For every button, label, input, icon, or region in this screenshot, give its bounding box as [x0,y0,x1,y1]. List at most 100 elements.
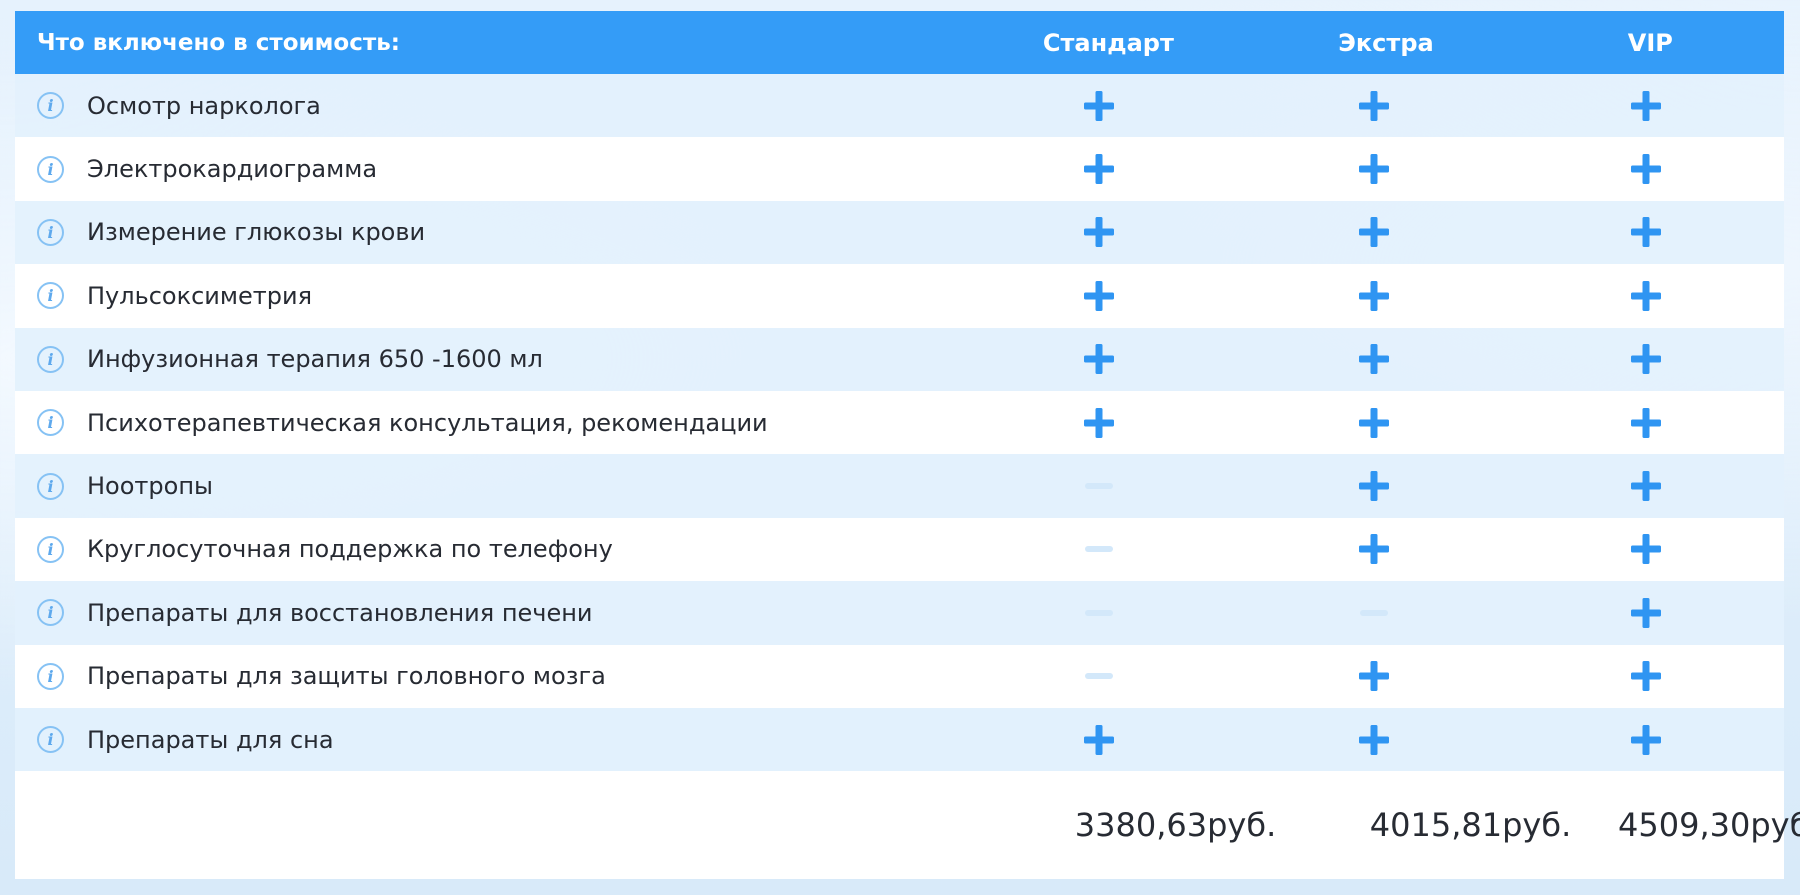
price-extra: 4015,81руб. [1369,806,1572,845]
mark-cell-extra [1236,279,1511,313]
plus-icon [1358,90,1389,121]
mark-cell-extra [1236,406,1511,440]
info-icon[interactable]: i [37,409,64,437]
plus-icon [1631,217,1662,248]
table-row: i Осмотр нарколога [15,74,1784,138]
table-row: i Препараты для восстановления печени [15,581,1784,645]
plus-icon [1631,154,1662,185]
plus-icon [1631,661,1662,692]
feature-cell: i Круглосуточная поддержка по телефону [15,535,961,563]
table-row: i Препараты для сна [15,707,1784,772]
info-icon[interactable]: i [37,345,64,373]
plus-icon [1631,471,1662,502]
table-row: i Пульсоксиметрия [15,264,1784,328]
plus-icon [1358,724,1389,755]
plan-vip-heading: VIP [1627,28,1673,57]
mark-cell-vip [1511,723,1784,757]
mark-cell-standard [961,596,1236,630]
mark-cell-extra [1236,532,1511,566]
info-icon[interactable]: i [37,535,64,563]
plus-icon [1631,407,1662,438]
mark-cell-vip [1511,342,1784,376]
mark-cell-vip [1511,659,1784,693]
plus-icon [1083,154,1114,185]
minus-icon [1084,546,1113,553]
table-row: i Ноотропы [15,454,1784,518]
feature-label: Круглосуточная поддержка по телефону [87,535,613,564]
mark-cell-vip [1511,89,1784,123]
plus-icon [1083,280,1114,311]
plus-icon [1083,217,1114,248]
price-standard: 3380,63руб. [1074,806,1277,845]
mark-cell-standard [961,89,1236,123]
mark-cell-extra [1236,469,1511,503]
mark-cell-vip [1511,215,1784,249]
plus-icon [1358,154,1389,185]
table-row: i Электрокардиограмма [15,137,1784,201]
table-row: i Измерение глюкозы крови [15,200,1784,265]
info-icon[interactable]: i [37,218,64,246]
minus-icon [1084,483,1113,490]
feature-cell: i Осмотр нарколога [15,92,961,120]
pricing-table: Что включено в стоимость: Стандарт Экстр… [15,11,1800,881]
plan-standard-heading: Стандарт [1042,28,1174,57]
mark-cell-vip [1511,406,1784,440]
info-icon[interactable]: i [37,726,64,754]
feature-label: Препараты для защиты головного мозга [87,662,606,691]
minus-icon [1084,609,1113,616]
info-icon[interactable]: i [37,155,64,183]
plus-icon [1083,90,1114,121]
table-row: i Круглосуточная поддержка по телефону [15,517,1784,582]
plus-icon [1083,407,1114,438]
plus-icon [1631,534,1662,565]
plus-icon [1358,661,1389,692]
mark-cell-extra [1236,723,1511,757]
info-icon[interactable]: i [37,92,64,120]
info-icon[interactable]: i [37,599,64,627]
feature-label: Инфузионная терапия 650 -1600 мл [87,345,543,374]
feature-label: Ноотропы [87,472,213,501]
minus-icon [1084,673,1113,680]
plus-icon [1631,90,1662,121]
mark-cell-extra [1236,215,1511,249]
plus-icon [1631,597,1662,628]
mark-cell-vip [1511,152,1784,186]
plus-icon [1083,724,1114,755]
info-icon[interactable]: i [37,282,64,310]
feature-cell: i Психотерапевтическая консультация, реко… [15,409,961,437]
feature-cell: i Электрокардиограмма [15,155,961,183]
plan-extra-heading: Экстра [1338,28,1434,57]
mark-cell-standard [961,152,1236,186]
plus-icon [1358,217,1389,248]
feature-cell: i Препараты для защиты головного мозга [15,662,961,690]
feature-label: Препараты для сна [87,725,334,754]
feature-cell: i Препараты для сна [15,726,961,754]
header-title: Что включено в стоимость: [37,29,400,56]
table-row: i Психотерапевтическая консультация, реко… [15,390,1784,455]
mark-cell-extra [1236,342,1511,376]
mark-cell-vip [1511,596,1784,630]
mark-cell-standard [961,659,1236,693]
table-header: Что включено в стоимость: Стандарт Экстр… [15,11,1784,74]
feature-label: Электрокардиограмма [87,155,378,184]
info-icon[interactable]: i [37,472,64,500]
mark-cell-vip [1511,279,1784,313]
minus-icon [1359,609,1388,616]
feature-label: Измерение глюкозы крови [87,218,426,247]
mark-cell-standard [961,532,1236,566]
plus-icon [1358,344,1389,375]
plus-icon [1358,280,1389,311]
mark-cell-extra [1236,152,1511,186]
table-row: i Препараты для защиты головного мозга [15,644,1784,708]
mark-cell-vip [1511,532,1784,566]
info-icon[interactable]: i [37,662,64,690]
price-row: 3380,63руб. 4015,81руб. 4509,30руб. [15,771,1800,880]
mark-cell-standard [961,406,1236,440]
plus-icon [1358,471,1389,502]
mark-cell-standard [961,469,1236,503]
feature-cell: i Ноотропы [15,472,961,500]
feature-cell: i Измерение глюкозы крови [15,218,961,246]
feature-label: Осмотр нарколога [87,91,321,120]
mark-cell-standard [961,215,1236,249]
mark-cell-extra [1236,659,1511,693]
